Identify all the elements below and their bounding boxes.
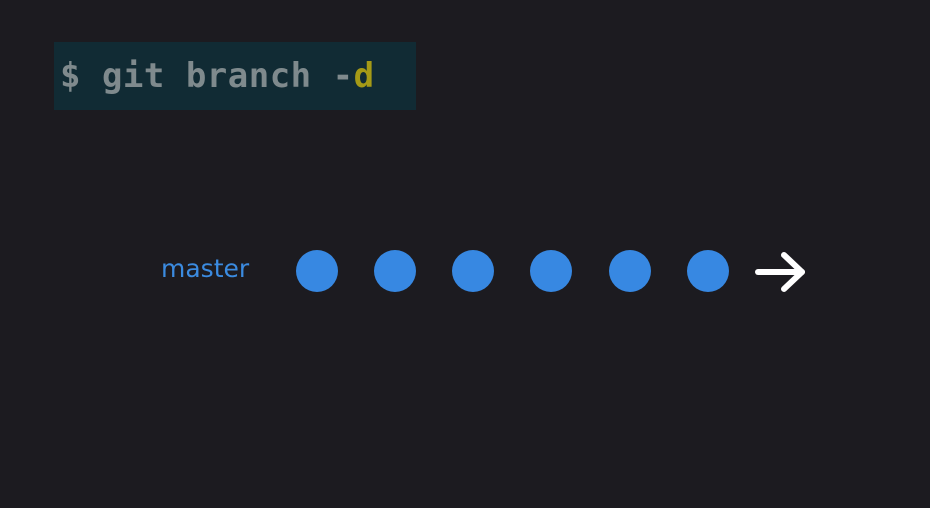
command-text: $ git branch - [60, 56, 354, 96]
terminal-command: $ git branch -d [60, 59, 375, 93]
branch-label-master: master [161, 254, 250, 283]
right-arrow-icon [755, 252, 805, 292]
terminal-command-box: $ git branch -d [54, 42, 416, 110]
command-flag: d [353, 56, 375, 96]
commit-node [374, 250, 416, 292]
commit-node [687, 250, 729, 292]
commit-node [452, 250, 494, 292]
commit-node [296, 250, 338, 292]
diagram-canvas: $ git branch -d master [0, 0, 930, 508]
commit-node [609, 250, 651, 292]
commit-node [530, 250, 572, 292]
